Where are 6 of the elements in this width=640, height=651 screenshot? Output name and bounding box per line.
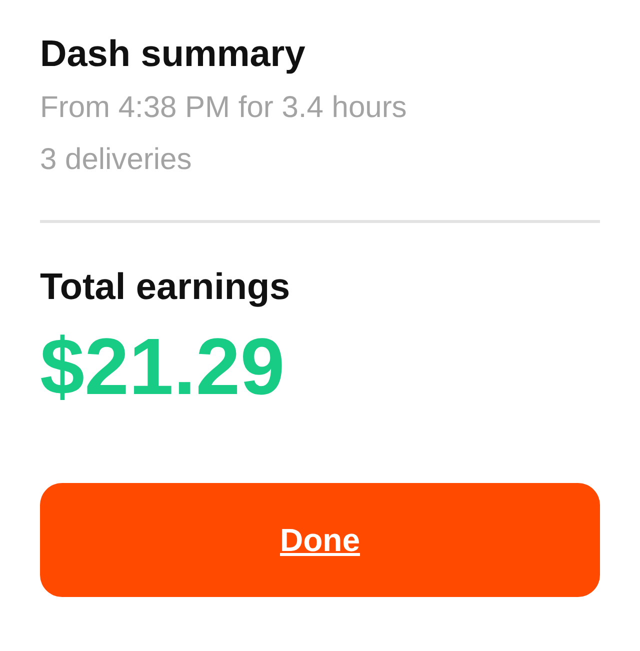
done-button[interactable]: Done	[40, 483, 600, 597]
earnings-amount: $21.29	[40, 321, 286, 413]
summary-title: Dash summary	[40, 32, 306, 76]
earnings-label: Total earnings	[40, 265, 292, 309]
time-range-text: From 4:38 PM for 3.4 hours	[40, 90, 408, 126]
deliveries-count: 3 deliveries	[40, 142, 193, 178]
